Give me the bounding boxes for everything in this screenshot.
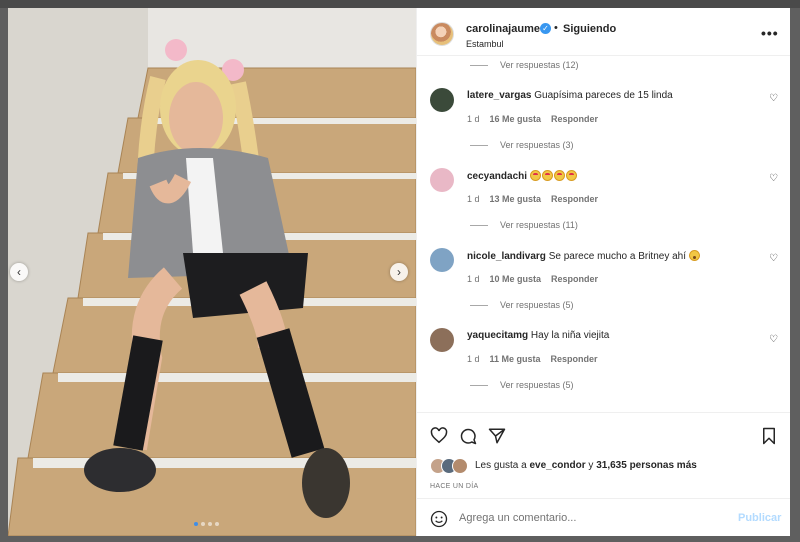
carousel-dot	[194, 522, 198, 526]
share-icon[interactable]	[488, 427, 506, 450]
view-replies-label: Ver respuestas (3)	[500, 140, 574, 150]
likes-count[interactable]: 31,635 personas más	[596, 460, 697, 471]
following-button[interactable]: Siguiendo	[563, 23, 616, 35]
reply-button[interactable]: Responder	[551, 194, 598, 204]
post-photo: ‹ ›	[8, 8, 416, 536]
likes-conjunction: y	[588, 460, 594, 471]
love-emoji-icon	[553, 170, 565, 181]
view-replies-button[interactable]: Ver respuestas (12)	[470, 60, 579, 70]
comment-text: Se parece mucho a Britney ahí	[548, 251, 687, 262]
love-emoji-icon	[565, 170, 577, 181]
author-avatar[interactable]	[430, 22, 454, 46]
comment-likes[interactable]: 11 Me gusta	[490, 354, 541, 364]
replies-line	[470, 65, 488, 67]
comment-bar: Publicar	[417, 498, 790, 536]
comment-body: nicole_landivarg Se parece mucho a Britn…	[467, 250, 701, 262]
post-details-panel: carolinajaume ✓ • Siguiendo Estambul •••…	[416, 8, 790, 536]
view-replies-button[interactable]: Ver respuestas (5)	[470, 300, 574, 310]
comment-time[interactable]: 1 d	[467, 274, 480, 284]
view-replies-label: Ver respuestas (12)	[500, 60, 579, 70]
photo-illustration	[8, 8, 416, 536]
comment-meta: 1 d 13 Me gusta Responder	[467, 194, 608, 204]
reply-button[interactable]: Responder	[551, 354, 598, 364]
liked-by-username[interactable]: eve_condor	[530, 460, 586, 471]
comment-body: cecyandachi	[467, 170, 578, 182]
more-options-icon[interactable]: •••	[761, 25, 779, 41]
carousel-dot	[201, 522, 205, 526]
post-modal: ‹ › carolinajaume ✓ • Siguiendo Estambul…	[8, 8, 790, 536]
comment-body: yaquecitamg Hay la niña viejita	[467, 330, 609, 341]
comment-avatar[interactable]	[430, 88, 454, 112]
comment-meta: 1 d 10 Me gusta Responder	[467, 274, 608, 284]
comment-username[interactable]: cecyandachi	[467, 171, 527, 182]
comment-like-heart-icon[interactable]: ♡	[769, 93, 778, 104]
view-replies-button[interactable]: Ver respuestas (5)	[470, 380, 574, 390]
comment-icon[interactable]	[459, 427, 477, 450]
comment-username[interactable]: latere_vargas	[467, 90, 532, 101]
comment-text: Hay la niña viejita	[530, 330, 610, 341]
view-replies-button[interactable]: Ver respuestas (11)	[470, 220, 578, 230]
carousel-prev-button[interactable]: ‹	[10, 263, 28, 281]
comment-username[interactable]: nicole_landivarg	[467, 251, 546, 262]
comment-like-heart-icon[interactable]: ♡	[769, 334, 778, 345]
view-replies-label: Ver respuestas (5)	[500, 380, 574, 390]
publish-button[interactable]: Publicar	[738, 512, 781, 524]
replies-line	[470, 145, 488, 147]
browser-backdrop	[0, 0, 800, 8]
comment-avatar[interactable]	[430, 168, 454, 192]
love-emoji-icon	[529, 170, 541, 181]
comment-text: Guapísima pareces de 15 linda	[534, 90, 673, 101]
replies-line	[470, 305, 488, 307]
comment-avatar[interactable]	[430, 248, 454, 272]
post-timestamp[interactable]: HACE UN DÍA	[430, 483, 478, 490]
comment-avatar[interactable]	[430, 328, 454, 352]
comment-time[interactable]: 1 d	[467, 194, 480, 204]
reply-button[interactable]: Responder	[551, 274, 598, 284]
surprised-emoji-icon	[688, 250, 700, 261]
reply-button[interactable]: Responder	[551, 114, 598, 124]
view-replies-label: Ver respuestas (11)	[500, 220, 578, 230]
comment-likes[interactable]: 16 Me gusta	[490, 114, 542, 124]
comment-likes[interactable]: 13 Me gusta	[490, 194, 542, 204]
bookmark-icon[interactable]	[761, 427, 777, 450]
header-separator: •	[554, 22, 558, 34]
comment-emojis	[529, 170, 578, 182]
carousel-next-button[interactable]: ›	[390, 263, 408, 281]
comment-input[interactable]	[459, 508, 719, 528]
comment-body: latere_vargas Guapísima pareces de 15 li…	[467, 90, 673, 101]
carousel-dot	[208, 522, 212, 526]
carousel-dot	[215, 522, 219, 526]
verified-badge-icon: ✓	[540, 23, 551, 34]
comment-like-heart-icon[interactable]: ♡	[769, 173, 778, 184]
love-emoji-icon	[541, 170, 553, 181]
comment-meta: 1 d 11 Me gusta Responder	[467, 354, 608, 364]
avatar	[452, 458, 468, 474]
heart-icon[interactable]	[430, 427, 448, 449]
comment-likes[interactable]: 10 Me gusta	[490, 274, 542, 284]
carousel-dots	[194, 522, 219, 526]
comment-time[interactable]: 1 d	[467, 114, 480, 124]
view-replies-button[interactable]: Ver respuestas (3)	[470, 140, 574, 150]
replies-line	[470, 385, 488, 387]
post-location[interactable]: Estambul	[466, 39, 504, 49]
comment-time[interactable]: 1 d	[467, 354, 480, 364]
replies-line	[470, 225, 488, 227]
liked-by-avatars[interactable]	[430, 458, 472, 474]
view-replies-label: Ver respuestas (5)	[500, 300, 574, 310]
comment-meta: 1 d 16 Me gusta Responder	[467, 114, 608, 124]
post-actions: Les gusta a eve_condor y 31,635 personas…	[417, 412, 790, 502]
likes-summary: Les gusta a eve_condor y 31,635 personas…	[475, 460, 697, 471]
likes-prefix: Les gusta a	[475, 460, 527, 471]
comment-username[interactable]: yaquecitamg	[467, 330, 528, 341]
author-username[interactable]: carolinajaume	[466, 23, 540, 35]
emoji-picker-icon[interactable]	[430, 510, 448, 533]
post-header: carolinajaume ✓ • Siguiendo Estambul •••	[417, 8, 790, 56]
comment-like-heart-icon[interactable]: ♡	[769, 253, 778, 264]
